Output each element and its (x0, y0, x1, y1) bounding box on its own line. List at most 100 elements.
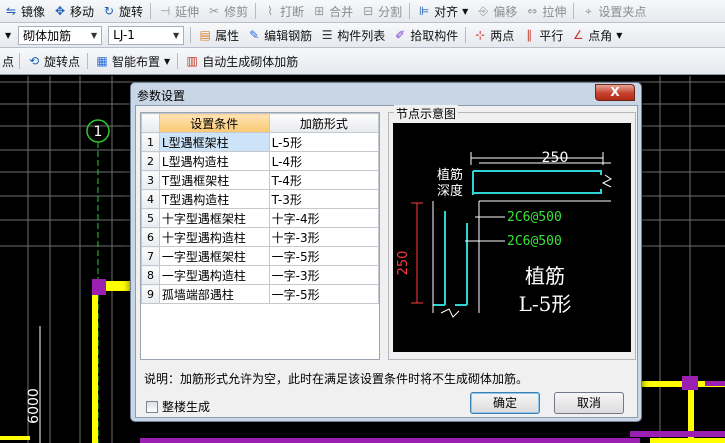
component-edit-rebar-button[interactable]: ✎ 编辑钢筋 (243, 23, 316, 47)
chevron-down-icon: ▼ (616, 30, 623, 40)
auto-generate-icon: ▥ (186, 54, 198, 68)
node-diagram: 250 250 植筋 深度 2C6@500 2C6@500 植筋 L-5形 (393, 123, 631, 352)
toolbar-button-label: 属性 (215, 28, 240, 43)
condition-cell[interactable]: 一字型遇框架柱 (158, 246, 270, 266)
toolbar-button-label: 旋转点 (44, 54, 81, 69)
form-cell[interactable]: L-5形 (268, 132, 379, 152)
table-row[interactable]: 1 L型遇框架柱 L-5形 (141, 132, 379, 152)
toolbar-button-label: 移动 (70, 4, 95, 19)
edit-align-button[interactable]: ⊫ 对齐 ▼ (413, 0, 472, 22)
edit-break-button[interactable]: ⌇ 打断 (259, 0, 308, 22)
toolbar-button-label: 点角 (588, 28, 613, 43)
toolbar-separator (190, 27, 192, 43)
trim-icon: ✂ (209, 4, 220, 18)
table-row[interactable]: 6 十字型遇构造柱 十字-3形 (141, 227, 379, 247)
edit-merge-button[interactable]: ⊞ 合并 (308, 0, 357, 22)
condition-cell[interactable]: L型遇框架柱 (158, 132, 270, 152)
component-name-combo[interactable]: LJ-1 ▼ (108, 25, 185, 45)
form-cell[interactable]: L-4形 (268, 151, 379, 171)
parallel-icon: ∥ (526, 28, 533, 42)
rotate-icon: ↻ (104, 4, 115, 18)
toolbar-button-label: 智能布置 (112, 54, 161, 69)
layout-smart-layout-button[interactable]: ▦ 智能布置 ▼ (91, 48, 174, 74)
table-row[interactable]: 8 一字型遇构造柱 一字-3形 (141, 265, 379, 285)
mirror-icon: ⇋ (5, 4, 17, 18)
ok-button[interactable]: 确定 (470, 392, 540, 414)
row-number-cell: 4 (141, 189, 160, 209)
condition-cell[interactable]: 一字型遇构造柱 (158, 265, 270, 285)
edit-extend-button[interactable]: ⊣ 延伸 (154, 0, 203, 22)
column-header-form[interactable]: 加筋形式 (268, 113, 379, 133)
toolbar-button-label: 平行 (539, 28, 564, 43)
layout-auto-generate-button[interactable]: ▥ 自动生成砌体加筋 (181, 48, 302, 74)
edit-offset-button[interactable]: ⎆ 偏移 (472, 0, 521, 22)
move-icon: ✥ (54, 4, 66, 18)
offset-icon: ⎆ (478, 4, 489, 18)
row-number-cell: 1 (141, 132, 160, 152)
row-number-cell: 2 (141, 151, 160, 171)
component-pick-component-button[interactable]: ✐ 拾取构件 (389, 23, 462, 47)
component-type-value: 砌体加筋 (23, 28, 72, 43)
properties-icon: ▤ (199, 28, 211, 42)
table-row[interactable]: 3 T型遇框架柱 T-4形 (141, 170, 379, 190)
component-type-combo[interactable]: 砌体加筋 ▼ (18, 25, 103, 45)
condition-cell[interactable]: 十字型遇框架柱 (158, 208, 270, 228)
toolbar-button-label: 拉伸 (542, 4, 567, 19)
table-row[interactable]: 9 孤墙端部遇柱 一字-5形 (141, 284, 379, 304)
close-button[interactable]: X (595, 84, 635, 101)
edit-set-grip-button[interactable]: ⌖ 设置夹点 (577, 0, 650, 22)
edit-mirror-button[interactable]: ⇋ 镜像 (0, 0, 49, 22)
cancel-button[interactable]: 取消 (554, 392, 624, 414)
column-header-condition[interactable]: 设置条件 (158, 113, 270, 133)
condition-cell[interactable]: T型遇框架柱 (158, 170, 270, 190)
node-diagram-group: 250 250 植筋 深度 2C6@500 2C6@500 植筋 L-5形 (388, 112, 636, 360)
form-cell[interactable]: 一字-3形 (268, 265, 379, 285)
component-point-angle-button[interactable]: ∠ 点角 ▼ (567, 23, 626, 47)
component-two-point-button[interactable]: ⊹ 两点 (469, 23, 518, 47)
form-cell[interactable]: T-4形 (268, 170, 379, 190)
condition-cell[interactable]: 十字型遇构造柱 (158, 227, 270, 247)
condition-cell[interactable]: 孤墙端部遇柱 (158, 284, 270, 304)
whole-building-checkbox[interactable]: 整楼生成 (146, 398, 210, 415)
toolbar-dropdown-arrow[interactable]: ▼ (0, 23, 15, 47)
layout-rotate-point-button[interactable]: ⟲ 旋转点 (23, 48, 84, 74)
dialog-title: 参数设置 (137, 89, 186, 103)
checkbox-box[interactable] (146, 400, 158, 413)
table-row[interactable]: 4 T型遇构造柱 T-3形 (141, 189, 379, 209)
form-cell[interactable]: T-3形 (268, 189, 379, 209)
anchor-label-2: 深度 (437, 183, 463, 199)
component-toolbar: ▼ 砌体加筋 ▼ LJ-1 ▼ ▤ 属性 ✎ 编辑钢筋 ☰ 构件列表 ✐ 拾取构件 ⊹ 两点 ∥ 平行 ∠ 点… (0, 23, 725, 48)
edit-stretch-button[interactable]: ⇔ 拉伸 (521, 0, 570, 22)
form-cell[interactable]: 一字-5形 (268, 284, 379, 304)
toolbar-button-label: 偏移 (493, 4, 518, 19)
form-cell[interactable]: 十字-3形 (268, 227, 379, 247)
table-row[interactable]: 5 十字型遇框架柱 十字-4形 (141, 208, 379, 228)
edit-move-button[interactable]: ✥ 移动 (49, 0, 98, 22)
form-cell[interactable]: 十字-4形 (268, 208, 379, 228)
chevron-down-icon: ▼ (173, 30, 180, 40)
smart-layout-icon: ▦ (96, 54, 108, 68)
settings-grid: 设置条件 加筋形式 1 L型遇框架柱 L-5形 2 L型遇构造柱 L-4形 3 T型遇框架柱 T… (141, 113, 379, 304)
merge-icon: ⊞ (314, 4, 325, 18)
edit-rotate-button[interactable]: ↻ 旋转 (98, 0, 147, 22)
edit-trim-button[interactable]: ✂ 修剪 (203, 0, 252, 22)
toolbar-separator (573, 3, 575, 19)
edit-toolbar: ⇋ 镜像 ✥ 移动 ↻ 旋转 ⊣ 延伸 ✂ 修剪 ⌇ 打断 ⊞ 合并 ⊟ 分割 ⊫ 对齐 ▼ ⎆ 偏移 ⇔ 拉伸 ⌖ 设置夹点 (0, 0, 725, 23)
form-cell[interactable]: 一字-5形 (268, 246, 379, 266)
toolbar-button-label: 延伸 (175, 4, 200, 19)
toolbar-button-label: 编辑钢筋 (264, 28, 313, 43)
table-row[interactable]: 7 一字型遇框架柱 一字-5形 (141, 246, 379, 266)
dimension-horizontal-text: 250 (542, 150, 569, 166)
settings-table: 设置条件 加筋形式 1 L型遇框架柱 L-5形 2 L型遇构造柱 L-4形 3 T型遇框架柱 T… (140, 112, 380, 360)
component-component-list-button[interactable]: ☰ 构件列表 (316, 23, 389, 47)
edit-split-button[interactable]: ⊟ 分割 (357, 0, 406, 22)
component-properties-button[interactable]: ▤ 属性 (194, 23, 243, 47)
condition-cell[interactable]: T型遇构造柱 (158, 189, 270, 209)
component-parallel-button[interactable]: ∥ 平行 (518, 23, 567, 47)
extend-icon: ⊣ (159, 4, 171, 18)
point-button[interactable]: 点 (0, 48, 16, 74)
table-row[interactable]: 2 L型遇构造柱 L-4形 (141, 151, 379, 171)
condition-cell[interactable]: L型遇构造柱 (158, 151, 270, 171)
close-icon: X (610, 85, 620, 99)
rotate-point-icon: ⟲ (28, 54, 40, 68)
